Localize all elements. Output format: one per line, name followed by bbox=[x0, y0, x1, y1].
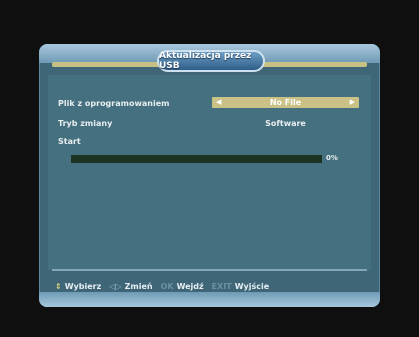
hint-enter: OK Wejdź bbox=[161, 282, 204, 291]
hint-select: ⇕ Wybierz bbox=[55, 282, 101, 291]
progress-percent: 0% bbox=[326, 154, 338, 162]
panel-bottom-bar bbox=[39, 292, 380, 307]
mode-value: Software bbox=[265, 119, 306, 128]
hint-change: ◁▷ Zmień bbox=[109, 282, 152, 291]
file-selector[interactable]: ◀ No File ▶ bbox=[212, 97, 359, 108]
exit-key-label: EXIT bbox=[211, 281, 232, 291]
footer-hints: ⇕ Wybierz ◁▷ Zmień OK Wejdź EXIT Wyjście bbox=[55, 280, 277, 292]
hint-enter-label: Wejdź bbox=[176, 281, 204, 291]
ok-key-label: OK bbox=[160, 281, 174, 291]
start-button[interactable]: Start bbox=[58, 137, 81, 146]
mode-row-label[interactable]: Tryb zmiany bbox=[58, 119, 112, 128]
hint-change-label: Zmień bbox=[124, 281, 153, 291]
file-row-label[interactable]: Plik z oprogramowaniem bbox=[58, 99, 169, 108]
hint-exit: EXIT Wyjście bbox=[212, 282, 270, 291]
left-right-icon: ◁▷ bbox=[109, 281, 122, 291]
hint-exit-label: Wyjście bbox=[234, 281, 270, 291]
file-selector-value: No File bbox=[269, 98, 302, 107]
up-down-icon: ⇕ bbox=[55, 281, 62, 291]
tv-screen: Aktualizacja przez USB Plik z oprogramow… bbox=[0, 0, 419, 337]
hint-select-label: Wybierz bbox=[64, 281, 102, 291]
progress-bar bbox=[71, 155, 322, 163]
arrow-right-icon[interactable]: ▶ bbox=[350, 97, 355, 108]
bottom-divider bbox=[52, 269, 367, 271]
page-title: Aktualizacja przez USB bbox=[157, 50, 265, 72]
